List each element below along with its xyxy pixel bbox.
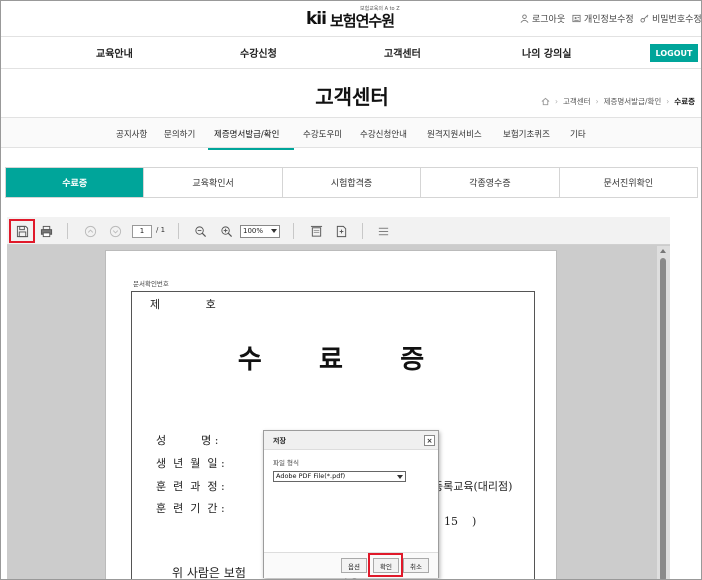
certificate-row-label: 훈 련 과 정 : — [156, 480, 225, 493]
subnav-active-indicator — [208, 148, 294, 150]
certificate-title: 수 료 증 — [237, 345, 427, 375]
change-password-link[interactable]: 비밀번호수정 — [640, 12, 702, 25]
chevron-down-icon — [397, 475, 403, 479]
profile-card-icon — [572, 14, 581, 23]
certificate-row-value: 등록교육(대리점) — [433, 480, 513, 493]
breadcrumb-item[interactable]: 제증명서발급/확인 — [604, 96, 662, 107]
subnav-item-registration-guide[interactable]: 수강신청안내 — [360, 128, 407, 140]
actual-size-button[interactable] — [334, 224, 348, 238]
person-icon — [520, 14, 529, 23]
zoom-select[interactable]: 100% — [240, 225, 280, 238]
page-total: / 1 — [156, 226, 166, 234]
gnb-divider — [1, 68, 701, 69]
page-number-input[interactable]: 1 — [132, 225, 152, 238]
scroll-up-arrow[interactable] — [660, 249, 666, 253]
breadcrumb-separator: › — [666, 97, 670, 106]
document-number-label: 문서확인번호 — [133, 280, 169, 288]
certificate-row-value: 15 ) — [444, 515, 477, 528]
zoom-out-button[interactable] — [193, 224, 207, 238]
certificate-tabs: 수료증 교육확인서 시험합격증 각종영수증 문서진위확인 — [5, 167, 698, 198]
change-password-link-label: 비밀번호수정 — [652, 15, 702, 25]
viewer-toolbar: 1 / 1 100% — [7, 217, 670, 245]
subnav-item-certificates[interactable]: 제증명서발급/확인 — [214, 128, 279, 140]
dialog-header: 저장 × — [264, 431, 438, 450]
certificate-row-label: 생 년 월 일 : — [156, 457, 225, 470]
previous-page-button[interactable] — [83, 224, 97, 238]
subnav-item-study-help[interactable]: 수강도우미 — [303, 128, 342, 140]
chevron-down-icon — [271, 229, 277, 233]
tab-education-confirmation[interactable]: 교육확인서 — [143, 168, 282, 197]
gnb-item-my-classroom[interactable]: 나의 강의실 — [522, 45, 571, 60]
breadcrumb-separator: › — [595, 97, 599, 106]
file-format-select[interactable]: Adobe PDF File(*.pdf) — [273, 471, 406, 482]
subnav-item-remote-support[interactable]: 원격지원서비스 — [427, 128, 482, 140]
dialog-title: 저장 — [273, 437, 286, 445]
gnb-item-course-registration[interactable]: 수강신청 — [240, 45, 277, 60]
file-format-label: 파일 형식 — [273, 459, 299, 467]
chevron-up-icon — [84, 225, 96, 237]
gnb-item-customer-center[interactable]: 고객센터 — [384, 45, 421, 60]
toolbar-separator — [293, 223, 294, 239]
save-dialog: 저장 × 파일 형식 Adobe PDF File(*.pdf) 옵션 확인 취… — [263, 430, 439, 578]
gnb-item-education-info[interactable]: 교육안내 — [96, 45, 133, 60]
scrollbar-thumb[interactable] — [660, 258, 666, 579]
logout-link-label: 로그아웃 — [532, 15, 566, 25]
printer-icon — [40, 225, 52, 237]
subnav-item-basic-quiz[interactable]: 보험기초퀴즈 — [503, 128, 550, 140]
next-page-button[interactable] — [108, 224, 122, 238]
header-divider — [1, 36, 701, 37]
logout-button[interactable]: LOGOUT — [650, 44, 698, 62]
logo-name: 보험연수원 — [330, 12, 395, 30]
certificate-row-label: 성 명 : — [156, 434, 219, 447]
print-button[interactable] — [39, 224, 53, 238]
page-view-icon — [336, 225, 346, 237]
edit-profile-link-label: 개인정보수정 — [584, 15, 634, 25]
chevron-down-icon — [109, 225, 121, 237]
toolbar-separator — [362, 223, 363, 239]
home-icon[interactable] — [541, 97, 550, 106]
subnav-item-etc[interactable]: 기타 — [570, 128, 586, 140]
logout-link[interactable]: 로그아웃 — [520, 12, 565, 25]
breadcrumb-item[interactable]: 고객센터 — [563, 96, 591, 107]
menu-icon — [378, 227, 388, 235]
options-button[interactable]: 옵션 — [341, 558, 367, 573]
page-frame: kii 보험연수원 보험교육의 A to Z 로그아웃 개인정보수정 비밀번호수… — [0, 0, 702, 580]
zoom-out-icon — [194, 225, 206, 237]
zoom-in-button[interactable] — [219, 224, 233, 238]
dialog-close-button[interactable]: × — [424, 435, 435, 446]
tab-exam-pass[interactable]: 시험합격증 — [281, 168, 421, 197]
menu-button[interactable] — [376, 224, 390, 238]
breadcrumb-current: 수료증 — [674, 97, 695, 106]
logo[interactable]: kii 보험연수원 보험교육의 A to Z — [306, 5, 406, 31]
logo-tagline: 보험교육의 A to Z — [360, 6, 400, 12]
zoom-value: 100% — [243, 227, 264, 235]
tab-document-verification[interactable]: 문서진위확인 — [558, 168, 698, 197]
edit-profile-link[interactable]: 개인정보수정 — [572, 12, 634, 25]
certificate-row-label: 훈 련 기 간 : — [156, 502, 225, 515]
tab-completion-certificate[interactable]: 수료증 — [6, 168, 144, 197]
file-format-value: Adobe PDF File(*.pdf) — [276, 472, 346, 480]
toolbar-separator — [67, 223, 68, 239]
save-button-highlight — [9, 219, 35, 243]
cancel-button[interactable]: 취소 — [403, 558, 429, 573]
confirm-button-highlight — [368, 553, 403, 577]
zoom-in-icon — [220, 225, 232, 237]
key-icon — [640, 14, 649, 23]
subnav-item-inquiry[interactable]: 문의하기 — [164, 128, 195, 140]
certificate-number: 제 호 — [150, 298, 216, 311]
viewer-scrollbar[interactable] — [657, 246, 670, 579]
tab-receipts[interactable]: 각종영수증 — [420, 168, 559, 197]
logo-mark: kii — [306, 9, 327, 29]
fit-page-icon — [310, 225, 322, 237]
breadcrumb-separator: › — [554, 97, 558, 106]
breadcrumb: › 고객센터 › 제증명서발급/확인 › 수료증 — [541, 96, 695, 107]
toolbar-separator — [178, 223, 179, 239]
fit-page-button[interactable] — [309, 224, 323, 238]
subnav-item-notice[interactable]: 공지사항 — [116, 128, 147, 140]
sub-navigation: 공지사항 문의하기 제증명서발급/확인 수강도우미 수강신청안내 원격지원서비스… — [1, 117, 701, 150]
